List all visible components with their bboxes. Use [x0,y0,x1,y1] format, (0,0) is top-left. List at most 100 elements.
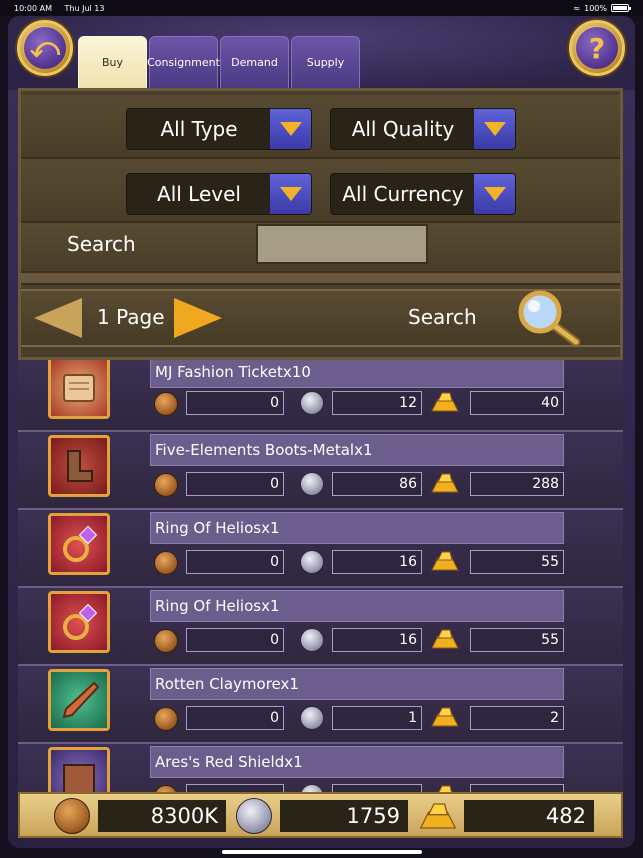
back-arrow-icon: ⤺ [24,27,66,69]
silver-coin-icon [300,391,324,415]
type-dropdown-label: All Type [160,117,238,141]
copper-price: 0 [186,628,284,652]
silver-coin-icon [300,550,324,574]
status-bar: 10:00 AM Thu Jul 13 ≈ 100% [0,0,643,16]
gold-price: 55 [470,550,564,574]
gold-price: 40 [470,391,564,415]
gold-bar-icon [431,473,459,493]
wifi-icon: ≈ [573,3,581,13]
battery-icon [611,4,631,12]
copper-price: 0 [186,706,284,730]
pager-search-label: Search [408,305,477,329]
level-dropdown[interactable]: All Level [126,173,312,215]
tab-demand[interactable]: Demand [220,36,289,88]
gold-price [470,784,564,792]
copper-coin-icon [154,551,178,575]
silver-price: 86 [332,472,422,496]
item-name: Ring Of Heliosx1 [150,512,564,544]
battery-percent: 100% [584,3,607,13]
copper-coin-icon [54,798,90,834]
copper-coin-icon [154,629,178,653]
scroll-icon [48,360,110,419]
quality-dropdown[interactable]: All Quality [330,108,516,150]
level-dropdown-label: All Level [157,182,241,206]
wallet-bar: 8300K 1759 482 [18,792,623,838]
silver-price: 12 [332,391,422,415]
tab-consignment[interactable]: Consignment [147,36,220,88]
gold-bar-icon [437,785,453,792]
search-label: Search [67,232,136,256]
list-item[interactable]: Ares's Red Shieldx1 [18,744,623,792]
gold-price: 55 [470,628,564,652]
boots-icon [48,435,110,497]
list-item[interactable]: Ring Of Heliosx1 0 16 55 [18,510,623,588]
gold-price: 2 [470,706,564,730]
page-indicator: 1 Page [97,305,165,329]
silver-coin-icon [300,628,324,652]
item-name: Rotten Claymorex1 [150,668,564,700]
silver-price: 16 [332,550,422,574]
tab-supply[interactable]: Supply [291,36,360,88]
status-time: 10:00 AM [14,3,52,13]
question-mark-icon: ? [576,27,618,69]
ring-icon [48,513,110,575]
silver-balance: 1759 [280,800,408,832]
copper-coin-icon [154,473,178,497]
sword-icon [48,669,110,731]
dropdown-arrow-icon [269,174,311,214]
item-name: Ares's Red Shieldx1 [150,746,564,778]
silver-coin-icon [300,784,324,792]
silver-coin-icon [236,798,272,834]
search-input[interactable] [256,224,428,264]
gold-bar-icon [431,707,459,727]
prev-page-button[interactable] [34,298,82,338]
type-dropdown[interactable]: All Type [126,108,312,150]
item-name: Ring Of Heliosx1 [150,590,564,622]
tab-bar: Buy Consignment Demand Supply [78,36,360,88]
filter-row-1 [21,95,620,159]
silver-coin-icon [300,472,324,496]
silver-price: 16 [332,628,422,652]
list-item[interactable]: Five-Elements Boots-Metalx1 0 86 288 [18,432,623,510]
search-button[interactable] [512,290,582,346]
help-button[interactable]: ? [569,20,625,76]
gold-bar-icon [419,803,457,829]
silver-coin-icon [300,706,324,730]
copper-coin-icon [154,785,178,792]
next-page-button[interactable] [174,298,222,338]
list-item[interactable]: MJ Fashion Ticketx10 0 12 40 [18,360,623,432]
status-date: Thu Jul 13 [64,3,105,13]
dropdown-arrow-icon [269,109,311,149]
quality-dropdown-label: All Quality [351,117,455,141]
copper-price: 0 [186,472,284,496]
ring-icon [48,591,110,653]
gold-bar-icon [431,392,459,412]
copper-price [186,784,284,792]
tab-buy[interactable]: Buy [78,36,147,88]
item-list: MJ Fashion Ticketx10 0 12 40 Five-Elemen… [18,360,623,792]
copper-coin-icon [154,707,178,731]
silver-price: 1 [332,706,422,730]
divider [21,273,620,285]
home-indicator[interactable] [222,850,422,854]
list-item[interactable]: Ring Of Heliosx1 0 16 55 [18,588,623,666]
gold-balance: 482 [464,800,594,832]
item-name: MJ Fashion Ticketx10 [150,360,564,388]
gold-price: 288 [470,472,564,496]
gold-bar-icon [431,629,459,649]
back-button[interactable]: ⤺ [17,20,73,76]
status-left: 10:00 AM Thu Jul 13 [14,4,114,13]
list-item[interactable]: Rotten Claymorex1 0 1 2 [18,666,623,744]
copper-balance: 8300K [98,800,226,832]
item-name: Five-Elements Boots-Metalx1 [150,434,564,466]
dropdown-arrow-icon [473,174,515,214]
filter-row-2 [21,159,620,223]
silver-price [332,784,422,792]
copper-price: 0 [186,550,284,574]
currency-dropdown-label: All Currency [342,182,464,206]
dropdown-arrow-icon [473,109,515,149]
copper-coin-icon [154,392,178,416]
status-right: ≈ 100% [573,3,631,13]
currency-dropdown[interactable]: All Currency [330,173,516,215]
gold-bar-icon [431,551,459,571]
